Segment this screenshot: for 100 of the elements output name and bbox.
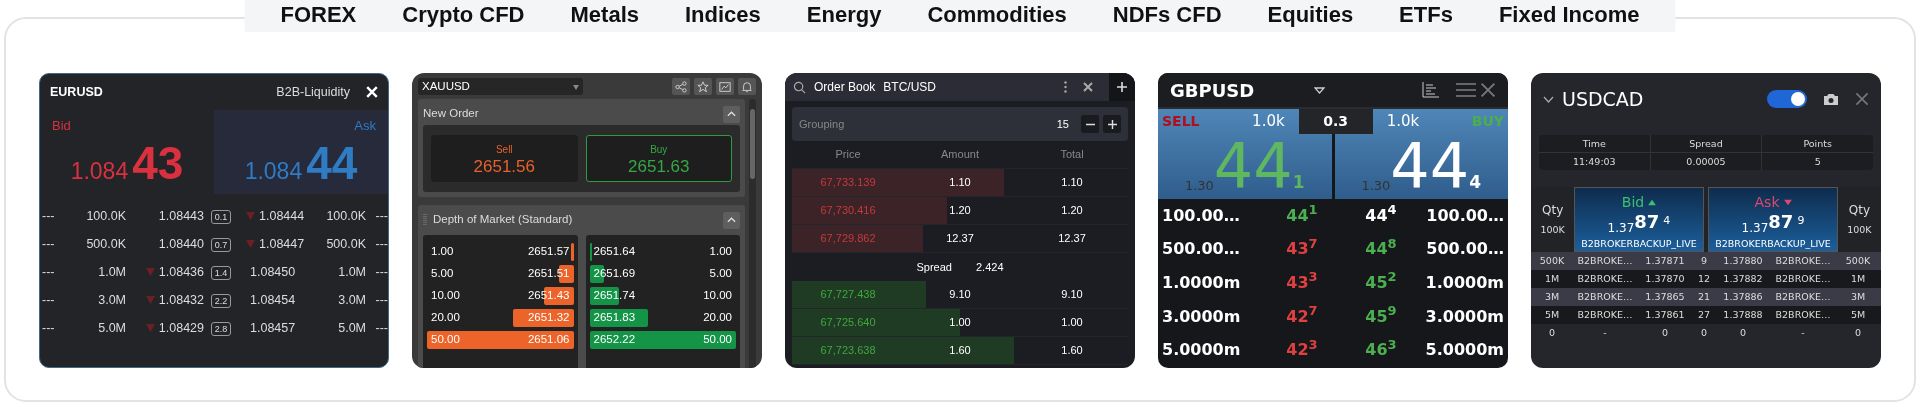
amount-cell-text: 1.20 [948, 203, 972, 219]
size-cell-text: 1.0000m [1424, 272, 1504, 294]
provider-cell-text: B2BROKE… [1576, 307, 1634, 322]
live-toggle[interactable] [1767, 90, 1807, 108]
search-icon[interactable] [793, 80, 806, 94]
price-pips: 87 [1768, 213, 1794, 231]
star-icon [697, 80, 709, 93]
category-tab[interactable]: Commodities [927, 0, 1067, 33]
source-label: B2BROKERBACKUP_LIVE [1581, 237, 1697, 251]
size-cell-text: 5.0M [337, 319, 366, 337]
spread-value: 0.7 [210, 237, 232, 252]
panel-title: Depth of Market (Standard) [433, 212, 573, 228]
category-tab[interactable]: NDFs CFD [1112, 0, 1222, 33]
amount-cell-text: 1.00 [948, 315, 972, 331]
category-tab[interactable]: ETFs [1399, 0, 1453, 33]
menu-icon[interactable] [1456, 82, 1476, 98]
collapse-button[interactable] [723, 105, 740, 123]
camera-icon[interactable] [1823, 92, 1839, 106]
qty-cell-text: 3M [1543, 289, 1561, 304]
qty-cell-text: 500K [1844, 253, 1872, 268]
price-cell: 1.08440 [158, 236, 204, 251]
count-cell-text: 0 [1699, 325, 1708, 340]
alerts-button[interactable] [738, 78, 756, 95]
price-pips: 42 [1286, 306, 1309, 326]
price-cell: 1.08454 [250, 292, 296, 307]
sell-button[interactable]: Sell 2651.56 [431, 135, 578, 182]
total-cell-text: 1.10 [1060, 175, 1084, 191]
price-pips: 44 [1365, 205, 1388, 225]
qty-value: 100K [1539, 223, 1566, 237]
price-prefix: 1.084 [70, 156, 129, 186]
category-tab[interactable]: Crypto CFD [402, 0, 525, 33]
qty-cell-text: 0 [1853, 325, 1862, 340]
chevron-down-icon[interactable] [1543, 95, 1554, 103]
size-cell-text: 500.0K [85, 235, 126, 253]
spread-label: Spread [916, 259, 952, 275]
buy-button[interactable]: Buy 2651.63 [585, 135, 732, 182]
price-cell-text: 0 [1738, 325, 1747, 340]
side-label: Ask [1754, 193, 1780, 212]
symbol-dropdown[interactable]: GBPUSD [1170, 76, 1255, 104]
size-cell-text: 500.00… [1425, 238, 1504, 261]
category-tab[interactable]: Indices [685, 0, 761, 33]
decrease-button[interactable] [1081, 115, 1099, 133]
provider-cell-text: B2BROKE… [1576, 271, 1634, 286]
share-button[interactable] [672, 78, 690, 95]
column-header: Amount [940, 147, 980, 163]
provider-cell-text: - [1602, 325, 1608, 340]
price-pips: 43 [1286, 273, 1309, 292]
price-fraction: 2 [1387, 269, 1397, 285]
total-cell-text: 12.37 [1057, 231, 1087, 247]
price-pips: 45 [1365, 306, 1388, 326]
symbol-title: USDCAD [1562, 86, 1644, 112]
category-tab[interactable]: FOREX [280, 0, 357, 33]
qty-cell-text: 0 [1547, 325, 1556, 340]
increase-button[interactable] [1103, 115, 1121, 133]
size-cell-text: 5.0000m [1162, 339, 1242, 362]
chevron-up-icon [727, 111, 736, 117]
spread-value: 2.8 [210, 321, 232, 336]
chart-icon[interactable] [1422, 82, 1440, 98]
caret-icon[interactable] [1314, 86, 1326, 94]
close-icon[interactable] [1083, 82, 1093, 92]
qty-cell-text: 1M [1849, 271, 1867, 286]
qty-value: 100K [1846, 223, 1873, 237]
qty-label: Qty [1847, 202, 1871, 219]
price-cell: 1.08432 [158, 292, 204, 307]
price-cell-text: 67,730.416 [819, 203, 877, 219]
category-tab[interactable]: Metals [570, 0, 639, 33]
price-pips: 44 [1286, 205, 1309, 225]
provider-cell-text: B2BROKE… [1774, 307, 1832, 322]
category-tab[interactable]: Equities [1267, 0, 1354, 33]
amount-cell-text: 12.37 [945, 231, 975, 247]
provider-cell-text: - [1800, 325, 1806, 340]
category-tab[interactable]: Energy [806, 0, 882, 33]
qty-cell-text: --- [42, 207, 56, 225]
price-cell-text: 1.37865 [1644, 289, 1686, 304]
price-fraction: 8 [1387, 235, 1397, 251]
chart-button[interactable] [716, 78, 734, 95]
size-cell-text: 3.0M [97, 291, 126, 309]
count-cell-text: 21 [1696, 289, 1712, 304]
size-cell-text: 1.00 [431, 244, 454, 260]
side-label: Bid [52, 117, 71, 135]
more-icon[interactable] [1064, 81, 1067, 93]
price-cell-text: 67,733.139 [819, 175, 877, 191]
count-cell-text: 27 [1696, 307, 1712, 322]
add-button[interactable] [1109, 73, 1135, 101]
size-cell-text: 10.00 [703, 288, 732, 304]
collapse-button[interactable] [723, 211, 740, 229]
stat-label: Time [1582, 138, 1606, 149]
size-cell-text: 3.0M [337, 291, 366, 309]
category-tab[interactable]: Fixed Income [1498, 0, 1640, 33]
favorite-button[interactable] [694, 78, 712, 95]
amount-cell-text: 1.10 [948, 175, 972, 191]
symbol-dropdown[interactable]: XAUUSD [418, 78, 583, 95]
size-cell-text: 500.00… [1162, 238, 1241, 261]
amount-cell-text: 9.10 [948, 287, 972, 303]
stat-value: 5 [1814, 156, 1821, 167]
price-fraction: 3 [1308, 336, 1318, 352]
buy-price-button[interactable]: 1.30 44 4 [1334, 134, 1508, 199]
price-fraction: 4 [1663, 213, 1671, 229]
price-cell-text: 2651.64 [593, 244, 636, 260]
spread-value: 0.1 [210, 209, 232, 224]
